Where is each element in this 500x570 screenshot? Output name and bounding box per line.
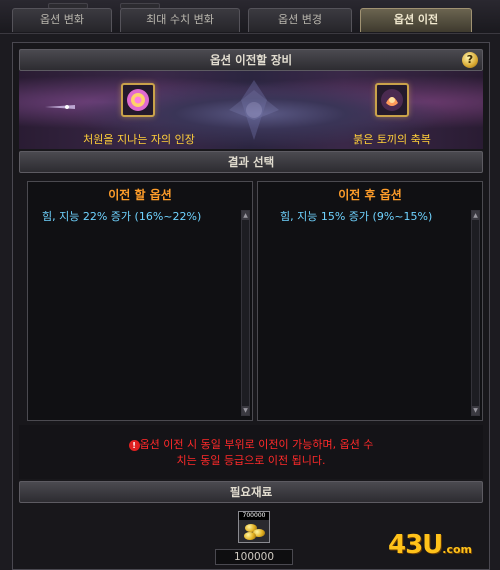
- equipment-section-title: 옵션 이전할 장비: [209, 53, 293, 67]
- after-option-list: 이전 후 옵션 힘, 지능 15% 증가 (9%~15%) ▲ ▼: [257, 181, 483, 421]
- equipment-banner: 처원을 지나는 자의 인장 붉은 토끼의 축복: [19, 71, 483, 149]
- question-icon[interactable]: ?: [462, 52, 478, 68]
- materials-section-title: 필요재료: [229, 485, 273, 499]
- watermark-suffix: .com: [442, 543, 473, 556]
- tab-max-value-change[interactable]: 최대 수치 변화: [120, 8, 240, 32]
- tab-bar: 옵션 변화 최대 수치 변화 옵션 변경 옵션 이전: [0, 0, 500, 34]
- item-name-seal: 처원을 지나는 자의 인장: [83, 133, 195, 146]
- scroll-down-icon[interactable]: ▼: [472, 406, 479, 415]
- notice-line-1: 옵션 이전 시 동일 부위로 이전이 가능하며, 옵션 수: [139, 438, 374, 451]
- seal-icon[interactable]: [121, 83, 155, 117]
- before-option-title: 이전 할 옵션: [108, 188, 172, 202]
- option-transfer-panel: 옵션 이전할 장비 ? 처원을 지나는 자의 인장 붉은 토끼의 축복 결과 선…: [12, 42, 490, 570]
- warning-icon: !: [128, 439, 140, 451]
- scroll-up-icon[interactable]: ▲: [242, 211, 249, 220]
- material-count: 100000: [215, 549, 293, 565]
- rabbit-blessing-icon[interactable]: [375, 83, 409, 117]
- sparkle-icon: [45, 105, 75, 109]
- materials-section-header: 필요재료: [19, 481, 483, 503]
- before-scrollbar[interactable]: ▲ ▼: [241, 210, 250, 416]
- item-name-rabbit-blessing: 붉은 토끼의 축복: [353, 133, 431, 146]
- tab-option-change[interactable]: 옵션 변화: [12, 8, 112, 32]
- crystal-emblem-icon: [229, 80, 279, 140]
- after-scrollbar[interactable]: ▲ ▼: [471, 210, 480, 416]
- notice-line-2: 치는 동일 등급으로 이전 됩니다.: [176, 454, 326, 467]
- scroll-up-icon[interactable]: ▲: [472, 211, 479, 220]
- result-section-header: 결과 선택: [19, 151, 483, 173]
- scroll-down-icon[interactable]: ▼: [242, 406, 249, 415]
- list-item[interactable]: 힘, 지능 15% 증가 (9%~15%): [258, 208, 482, 226]
- before-option-list: 이전 할 옵션 힘, 지능 22% 증가 (16%~22%) ▲ ▼: [27, 181, 253, 421]
- gold-coin-icon[interactable]: 700000: [238, 511, 270, 543]
- tab-option-modify[interactable]: 옵션 변경: [248, 8, 352, 32]
- site-watermark: 43U.com: [388, 530, 498, 566]
- list-item[interactable]: 힘, 지능 22% 증가 (16%~22%): [28, 208, 252, 226]
- result-section-title: 결과 선택: [227, 155, 275, 169]
- after-option-title: 이전 후 옵션: [338, 188, 402, 202]
- coin-shape: [244, 532, 256, 540]
- material-badge: 700000: [239, 512, 269, 520]
- watermark-main: 43U: [388, 530, 443, 560]
- equipment-section-header: 옵션 이전할 장비 ?: [19, 49, 483, 71]
- seal-gem-icon: [127, 89, 149, 111]
- rabbit-gem-icon: [381, 89, 403, 111]
- transfer-notice: ! 옵션 이전 시 동일 부위로 이전이 가능하며, 옵션 수 치는 동일 등급으…: [19, 425, 483, 479]
- tab-option-transfer[interactable]: 옵션 이전: [360, 8, 472, 32]
